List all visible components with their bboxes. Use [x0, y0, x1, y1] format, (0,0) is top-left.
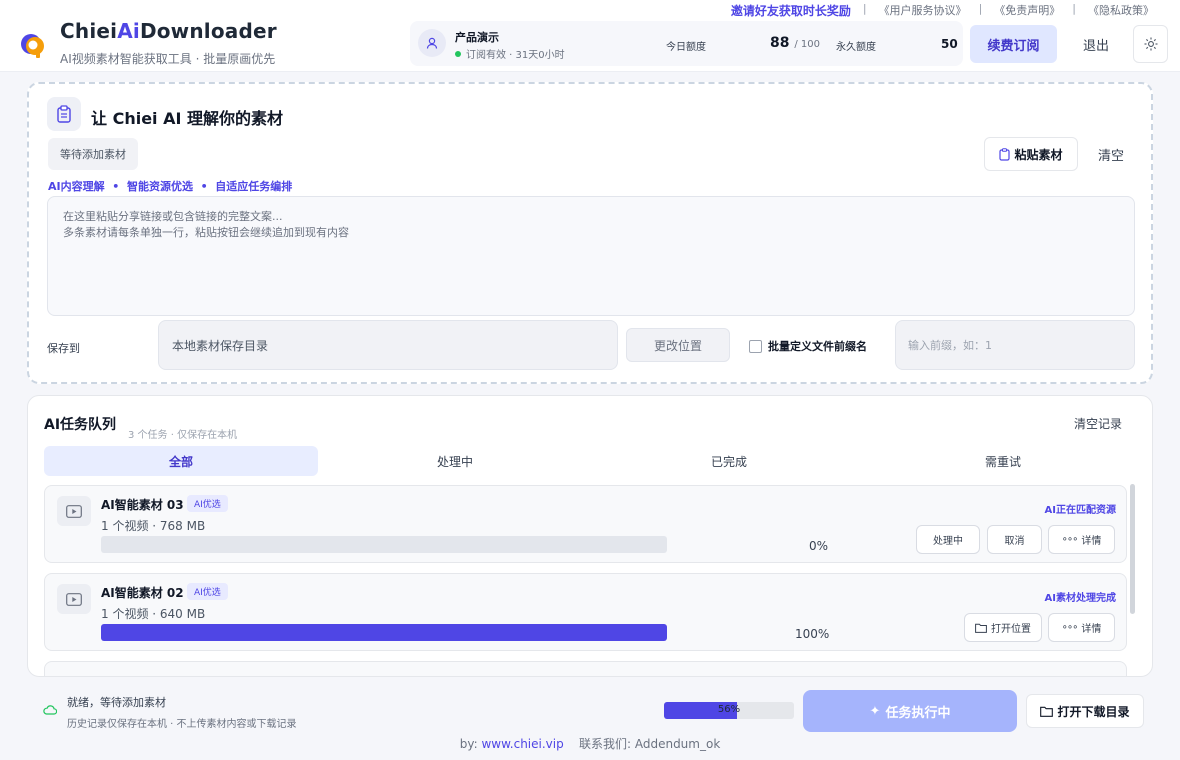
privacy-link[interactable]: 《隐私政策》 [1076, 2, 1166, 19]
details-button[interactable]: ∘∘∘ 详情 [1048, 525, 1115, 554]
ai-badge: AI优选 [187, 495, 228, 512]
more-icon: ∘∘∘ [1061, 534, 1079, 545]
logout-button[interactable]: 退出 [1070, 25, 1122, 63]
terms-link[interactable]: 《用户服务协议》 [867, 2, 979, 19]
perm-quota-label: 永久额度 [836, 42, 876, 53]
brand-name: ChieiAiDownloader [60, 19, 277, 43]
user-name: 产品演示 [455, 31, 499, 44]
task-name: AI智能素材 03 [101, 498, 184, 512]
invite-link[interactable]: 邀请好友获取时长奖励 [719, 2, 863, 19]
clipboard-icon [47, 97, 81, 131]
task-meta: 1 个视频 · 768 MB [101, 519, 206, 533]
save-to-label: 保存到 [47, 342, 80, 355]
footer-credits: by: www.chiei.vip 联系我们: Addendum_ok [459, 737, 721, 751]
cloud-icon [43, 705, 57, 715]
perm-quota-value: 50 [941, 37, 958, 51]
queue-subtitle: 3 个任务 · 仅保存在本机 [128, 430, 238, 441]
site-link[interactable]: www.chiei.vip [481, 737, 563, 751]
user-info-box: 产品演示 订阅有效 · 31天0小时 今日额度 88 / 100 永久额度 50 [410, 21, 963, 66]
renew-subscription-button[interactable]: 续费订阅 [970, 25, 1057, 63]
clear-input-button[interactable]: 清空 [1091, 137, 1131, 171]
video-icon [57, 496, 91, 526]
open-location-button[interactable]: 打开位置 [964, 613, 1042, 642]
user-icon [418, 29, 446, 57]
task-item: AI智能素材 03 AI优选 1 个视频 · 768 MB 0% AI正在匹配资… [44, 485, 1127, 563]
paste-material-button[interactable]: 粘贴素材 [984, 137, 1078, 171]
open-download-dir-button[interactable]: 打开下载目录 [1026, 694, 1144, 728]
app-header: ChieiAiDownloader AI视频素材智能获取工具 · 批量原画优先 … [0, 0, 1180, 72]
today-quota-label: 今日额度 [666, 42, 706, 53]
clear-records-button[interactable]: 清空记录 [1074, 415, 1122, 432]
tab-retry[interactable]: 需重试 [866, 446, 1140, 476]
folder-icon [1040, 706, 1054, 717]
prefix-input[interactable]: 输入前缀，如：1 [895, 320, 1135, 370]
sparkle-icon: ✦ [869, 703, 881, 719]
task-progress-fill [101, 624, 667, 641]
task-progress-bar [101, 536, 667, 553]
clipboard-icon [999, 147, 1011, 161]
cancel-button[interactable]: 取消 [987, 525, 1042, 554]
task-progress-text: 100% [795, 627, 830, 641]
video-icon [57, 584, 91, 614]
overall-progress-text: 56% [717, 704, 741, 715]
task-queue-panel: AI任务队列 3 个任务 · 仅保存在本机 清空记录 全部 处理中 已完成 需重… [27, 395, 1153, 677]
tab-all[interactable]: 全部 [44, 446, 318, 476]
queue-scrollbar[interactable] [1130, 484, 1135, 614]
disclaimer-link[interactable]: 《免责声明》 [982, 2, 1072, 19]
task-item [44, 661, 1127, 676]
task-progress-text: 0% [809, 539, 829, 553]
processing-button[interactable]: 处理中 [916, 525, 980, 554]
subscription-status: 订阅有效 · 31天0小时 [455, 46, 565, 61]
batch-prefix-option[interactable]: 批量定义文件前缀名 [749, 338, 867, 354]
app-logo [21, 34, 44, 58]
theme-toggle-button[interactable] [1133, 25, 1168, 63]
material-textarea[interactable]: 在这里粘贴分享链接或包含链接的完整文案... 多条素材请每条单独一行，粘贴按钮会… [47, 196, 1135, 316]
contact-text: 联系我们: Addendum_ok [578, 737, 721, 751]
run-task-button[interactable]: ✦ 任务执行中 [803, 690, 1017, 732]
task-item: AI智能素材 02 AI优选 1 个视频 · 640 MB 100% AI素材处… [44, 573, 1127, 651]
brand-subtitle: AI视频素材智能获取工具 · 批量原画优先 [60, 52, 276, 66]
task-status: AI素材处理完成 [1044, 593, 1116, 604]
change-location-button[interactable]: 更改位置 [626, 328, 730, 362]
app-status-note: 历史记录仅保存在本机 · 不上传素材内容或下载记录 [67, 719, 297, 730]
app-status-text: 就绪，等待添加素材 [67, 696, 166, 709]
more-icon: ∘∘∘ [1061, 622, 1079, 633]
material-input-panel: 让 Chiei AI 理解你的素材 等待添加素材 AI内容理解 • 智能资源优选… [27, 82, 1153, 384]
tab-completed[interactable]: 已完成 [592, 446, 866, 476]
top-links: 邀请好友获取时长奖励 | 《用户服务协议》 | 《免责声明》 | 《隐私政策》 [719, 2, 1166, 19]
status-dot-icon [455, 50, 461, 57]
today-quota-value: 88 / 100 [770, 35, 820, 51]
task-name: AI智能素材 02 [101, 586, 184, 600]
save-directory-field[interactable]: 本地素材保存目录 [158, 320, 618, 370]
queue-tabs: 全部 处理中 已完成 需重试 [44, 446, 1140, 476]
feature-tags: AI内容理解 • 智能资源优选 • 自适应任务编排 [48, 180, 293, 193]
details-button[interactable]: ∘∘∘ 详情 [1048, 613, 1115, 642]
queue-title: AI任务队列 [44, 417, 117, 433]
ai-badge: AI优选 [187, 583, 228, 600]
folder-icon [975, 623, 987, 633]
task-status: AI正在匹配资源 [1044, 505, 1116, 516]
panel-title: 让 Chiei AI 理解你的素材 [91, 109, 284, 128]
task-progress-bar [101, 624, 667, 641]
task-meta: 1 个视频 · 640 MB [101, 607, 206, 621]
batch-prefix-checkbox[interactable] [749, 339, 762, 353]
tab-processing[interactable]: 处理中 [318, 446, 592, 476]
sun-icon [1144, 37, 1157, 51]
pending-status-badge: 等待添加素材 [48, 138, 138, 170]
